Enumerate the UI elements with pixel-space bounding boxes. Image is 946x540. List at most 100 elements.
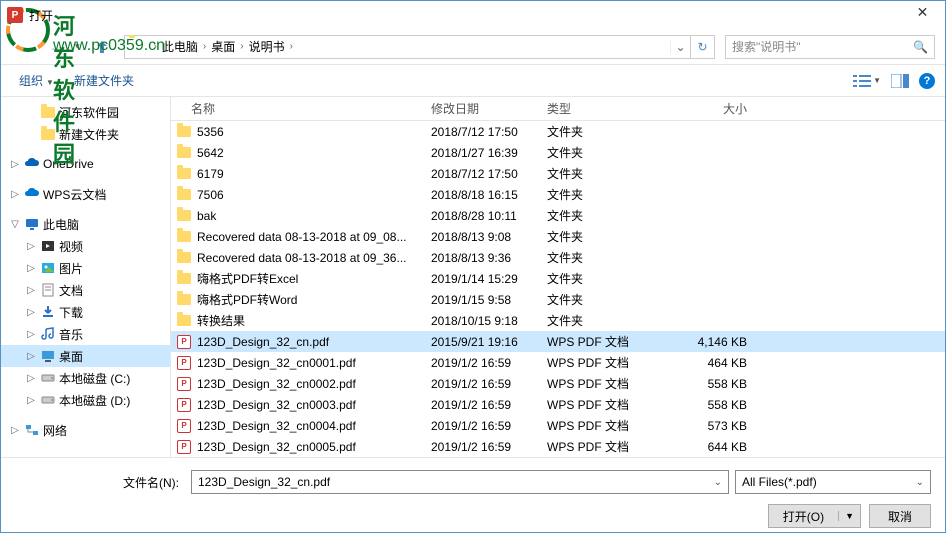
refresh-button[interactable]: ↻ bbox=[690, 36, 714, 58]
expand-icon[interactable]: ▷ bbox=[9, 189, 21, 200]
tree-item[interactable]: ▷音乐 bbox=[1, 323, 170, 345]
file-size: 558 KB bbox=[667, 398, 757, 412]
chevron-right-icon[interactable]: › bbox=[200, 41, 209, 52]
tree-label: 本地磁盘 (D:) bbox=[59, 392, 130, 409]
tree-item[interactable]: ▷OneDrive bbox=[1, 153, 170, 175]
address-dropdown[interactable]: ⌄ bbox=[670, 40, 690, 54]
breadcrumb-item[interactable]: 此电脑 bbox=[160, 38, 200, 55]
tree-item[interactable]: 河东软件园 bbox=[1, 101, 170, 123]
window-title: 打开 bbox=[29, 7, 53, 24]
file-name: 转换结果 bbox=[197, 312, 245, 329]
expand-icon[interactable]: ▷ bbox=[25, 373, 37, 384]
tree-item[interactable]: 新建文件夹 bbox=[1, 123, 170, 145]
expand-icon[interactable]: ▷ bbox=[25, 241, 37, 252]
pdf-icon: P bbox=[177, 440, 191, 454]
wps-icon bbox=[24, 186, 40, 202]
preview-pane-icon bbox=[891, 74, 909, 88]
nav-back-button[interactable]: ← bbox=[11, 33, 39, 61]
pic-icon bbox=[40, 260, 56, 276]
file-row[interactable]: Recovered data 08-13-2018 at 09_08...201… bbox=[171, 226, 945, 247]
expand-icon[interactable]: ▷ bbox=[25, 263, 37, 274]
help-button[interactable]: ? bbox=[919, 73, 935, 89]
chevron-right-icon[interactable]: › bbox=[287, 41, 296, 52]
close-button[interactable]: ✕ bbox=[900, 1, 945, 23]
expand-icon[interactable]: ▷ bbox=[25, 307, 37, 318]
file-name: 123D_Design_32_cn0005.pdf bbox=[197, 440, 356, 454]
file-type: WPS PDF 文档 bbox=[547, 396, 667, 413]
tree-item[interactable]: ▷视频 bbox=[1, 235, 170, 257]
col-header-name[interactable]: 名称 bbox=[171, 100, 431, 117]
folder-icon bbox=[40, 126, 56, 142]
pdf-icon: P bbox=[177, 335, 191, 349]
file-name: 嗨格式PDF转Word bbox=[197, 291, 297, 308]
expand-icon[interactable]: ▷ bbox=[25, 329, 37, 340]
tree-item[interactable]: ▽此电脑 bbox=[1, 213, 170, 235]
expand-icon[interactable]: ▷ bbox=[9, 425, 21, 436]
tree-label: 桌面 bbox=[59, 348, 83, 365]
view-options-button[interactable]: ▼ bbox=[853, 74, 881, 88]
col-header-type[interactable]: 类型 bbox=[547, 100, 667, 117]
open-dropdown-icon[interactable]: ▼ bbox=[838, 511, 860, 521]
expand-icon[interactable]: ▷ bbox=[25, 285, 37, 296]
file-row[interactable]: P123D_Design_32_cn.pdf2015/9/21 19:16WPS… bbox=[171, 331, 945, 352]
tree-item[interactable]: ▷图片 bbox=[1, 257, 170, 279]
tree-item[interactable]: ▷文档 bbox=[1, 279, 170, 301]
file-row[interactable]: bak2018/8/28 10:11文件夹 bbox=[171, 205, 945, 226]
file-date: 2019/1/2 16:59 bbox=[431, 377, 547, 391]
folder-icon bbox=[177, 147, 191, 158]
expand-icon[interactable]: ▷ bbox=[25, 395, 37, 406]
expand-icon[interactable]: ▷ bbox=[25, 351, 37, 362]
file-row[interactable]: 嗨格式PDF转Excel2019/1/14 15:29文件夹 bbox=[171, 268, 945, 289]
file-row[interactable]: P123D_Design_32_cn0002.pdf2019/1/2 16:59… bbox=[171, 373, 945, 394]
tree-item[interactable]: ▷下载 bbox=[1, 301, 170, 323]
open-button[interactable]: 打开(O)▼ bbox=[768, 504, 861, 528]
expand-icon[interactable]: ▷ bbox=[9, 159, 21, 170]
filename-input[interactable]: 123D_Design_32_cn.pdf ⌄ bbox=[191, 470, 729, 494]
file-name: 5356 bbox=[197, 125, 224, 139]
col-header-date[interactable]: 修改日期 bbox=[431, 100, 547, 117]
tree-label: 本地磁盘 (C:) bbox=[59, 370, 130, 387]
tree-item[interactable]: ▷ 本地磁盘 (C:) bbox=[1, 367, 170, 389]
nav-forward-button: → bbox=[43, 33, 71, 61]
breadcrumb-item[interactable]: 说明书 bbox=[247, 38, 287, 55]
folder-icon bbox=[177, 231, 191, 242]
file-list-body[interactable]: 53562018/7/12 17:50文件夹56422018/1/27 16:3… bbox=[171, 121, 945, 457]
filetype-select[interactable]: All Files(*.pdf) ⌄ bbox=[735, 470, 931, 494]
music-icon bbox=[40, 326, 56, 342]
tree-item[interactable]: ▷ 桌面 bbox=[1, 345, 170, 367]
folder-icon bbox=[40, 104, 56, 120]
file-row[interactable]: 转换结果2018/10/15 9:18文件夹 bbox=[171, 310, 945, 331]
file-row[interactable]: P123D_Design_32_cn0003.pdf2019/1/2 16:59… bbox=[171, 394, 945, 415]
file-row[interactable]: P123D_Design_32_cn0001.pdf2019/1/2 16:59… bbox=[171, 352, 945, 373]
chevron-right-icon[interactable]: › bbox=[237, 41, 246, 52]
chevron-down-icon[interactable]: ⌄ bbox=[714, 477, 722, 488]
file-row[interactable]: 75062018/8/18 16:15文件夹 bbox=[171, 184, 945, 205]
file-row[interactable]: Recovered data 08-13-2018 at 09_36...201… bbox=[171, 247, 945, 268]
search-icon: 🔍 bbox=[913, 40, 928, 54]
tree-item[interactable]: ▷ 网络 bbox=[1, 419, 170, 441]
chevron-right-icon[interactable]: › bbox=[151, 41, 160, 52]
folder-tree[interactable]: 河东软件园新建文件夹▷OneDrive▷WPS云文档▽此电脑▷视频▷图片▷文档▷… bbox=[1, 97, 171, 457]
nav-history-dropdown[interactable]: ▾ bbox=[75, 41, 80, 52]
expand-icon[interactable]: ▽ bbox=[9, 219, 21, 230]
net-icon bbox=[24, 422, 40, 438]
new-folder-button[interactable]: 新建文件夹 bbox=[66, 69, 142, 92]
breadcrumb-item[interactable]: 桌面 bbox=[209, 38, 237, 55]
search-input[interactable]: 搜索"说明书" 🔍 bbox=[725, 35, 935, 59]
file-row[interactable]: 嗨格式PDF转Word2019/1/15 9:58文件夹 bbox=[171, 289, 945, 310]
file-row[interactable]: P123D_Design_32_cn0005.pdf2019/1/2 16:59… bbox=[171, 436, 945, 457]
tree-label: 网络 bbox=[43, 422, 67, 439]
file-date: 2018/7/12 17:50 bbox=[431, 125, 547, 139]
address-bar[interactable]: › 此电脑 › 桌面 › 说明书 › ⌄ ↻ bbox=[124, 35, 715, 59]
nav-up-button[interactable] bbox=[90, 35, 114, 59]
file-row[interactable]: P123D_Design_32_cn0004.pdf2019/1/2 16:59… bbox=[171, 415, 945, 436]
file-row[interactable]: 53562018/7/12 17:50文件夹 bbox=[171, 121, 945, 142]
tree-item[interactable]: ▷WPS云文档 bbox=[1, 183, 170, 205]
file-row[interactable]: 61792018/7/12 17:50文件夹 bbox=[171, 163, 945, 184]
preview-pane-button[interactable] bbox=[891, 74, 909, 88]
cancel-button[interactable]: 取消 bbox=[869, 504, 931, 528]
file-row[interactable]: 56422018/1/27 16:39文件夹 bbox=[171, 142, 945, 163]
organize-menu[interactable]: 组织▼ bbox=[11, 69, 62, 92]
col-header-size[interactable]: 大小 bbox=[667, 100, 757, 117]
tree-item[interactable]: ▷ 本地磁盘 (D:) bbox=[1, 389, 170, 411]
